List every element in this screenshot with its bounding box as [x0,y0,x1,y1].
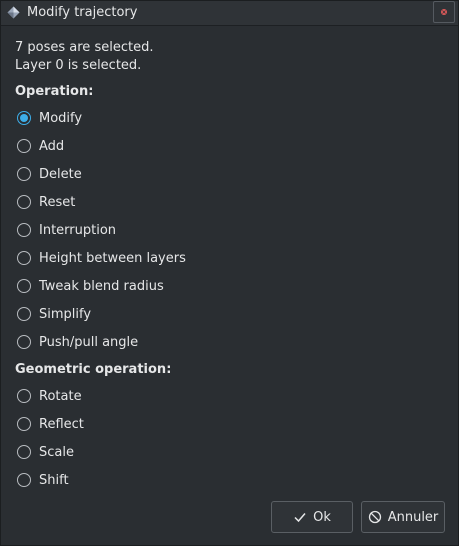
radio-button[interactable] [17,307,31,321]
radio-tweak-blend-radius[interactable]: Tweak blend radius [17,277,164,295]
radio-button[interactable] [17,251,31,265]
radio-simplify[interactable]: Simplify [17,305,91,323]
radio-button[interactable] [17,195,31,209]
radio-push-pull-angle[interactable]: Push/pull angle [17,333,138,351]
ok-label: Ok [313,509,331,525]
radio-button[interactable] [17,417,31,431]
radio-label: Interruption [39,222,117,238]
radio-label: Reflect [39,416,84,432]
radio-label: Push/pull angle [39,334,139,350]
radio-button[interactable] [17,279,31,293]
radio-label: Modify [39,110,83,126]
radio-label: Shift [39,472,69,488]
close-icon [441,9,447,15]
radio-scale[interactable]: Scale [17,443,74,461]
radio-add[interactable]: Add [17,137,64,155]
radio-button[interactable] [17,473,31,487]
radio-label: Simplify [39,306,92,322]
cancel-icon [368,510,382,524]
geometric-operation-heading: Geometric operation: [15,362,172,377]
radio-button[interactable] [17,223,31,237]
radio-label: Delete [39,166,82,182]
cancel-label: Annuler [387,509,439,525]
radio-rotate[interactable]: Rotate [17,387,82,405]
window-title: Modify trajectory [27,5,138,20]
operation-heading: Operation: [15,84,94,99]
diamond-icon [7,6,20,19]
layer-selected-text: Layer 0 is selected. [15,58,142,73]
radio-label: Add [39,138,65,154]
radio-label: Height between layers [39,250,186,266]
radio-height-between-layers[interactable]: Height between layers [17,249,186,267]
dialog-window: Modify trajectory 7 poses are selected. … [0,0,459,546]
radio-label: Scale [39,444,74,460]
radio-button[interactable] [17,167,31,181]
radio-reset[interactable]: Reset [17,193,75,211]
radio-button[interactable] [17,445,31,459]
radio-label: Rotate [39,388,82,404]
radio-delete[interactable]: Delete [17,165,82,183]
radio-button[interactable] [17,111,31,125]
radio-reflect[interactable]: Reflect [17,415,84,433]
cancel-button[interactable]: Annuler [361,501,445,533]
radio-label: Tweak blend radius [39,278,164,294]
radio-label: Reset [39,194,76,210]
check-icon [293,510,307,524]
title-bar[interactable]: Modify trajectory [1,1,458,26]
radio-button[interactable] [17,389,31,403]
close-button[interactable] [433,1,455,23]
ok-button[interactable]: Ok [271,501,353,533]
radio-button[interactable] [17,335,31,349]
radio-modify[interactable]: Modify [17,109,82,127]
radio-shift[interactable]: Shift [17,471,69,489]
radio-interruption[interactable]: Interruption [17,221,116,239]
radio-button[interactable] [17,139,31,153]
poses-selected-text: 7 poses are selected. [15,40,154,55]
